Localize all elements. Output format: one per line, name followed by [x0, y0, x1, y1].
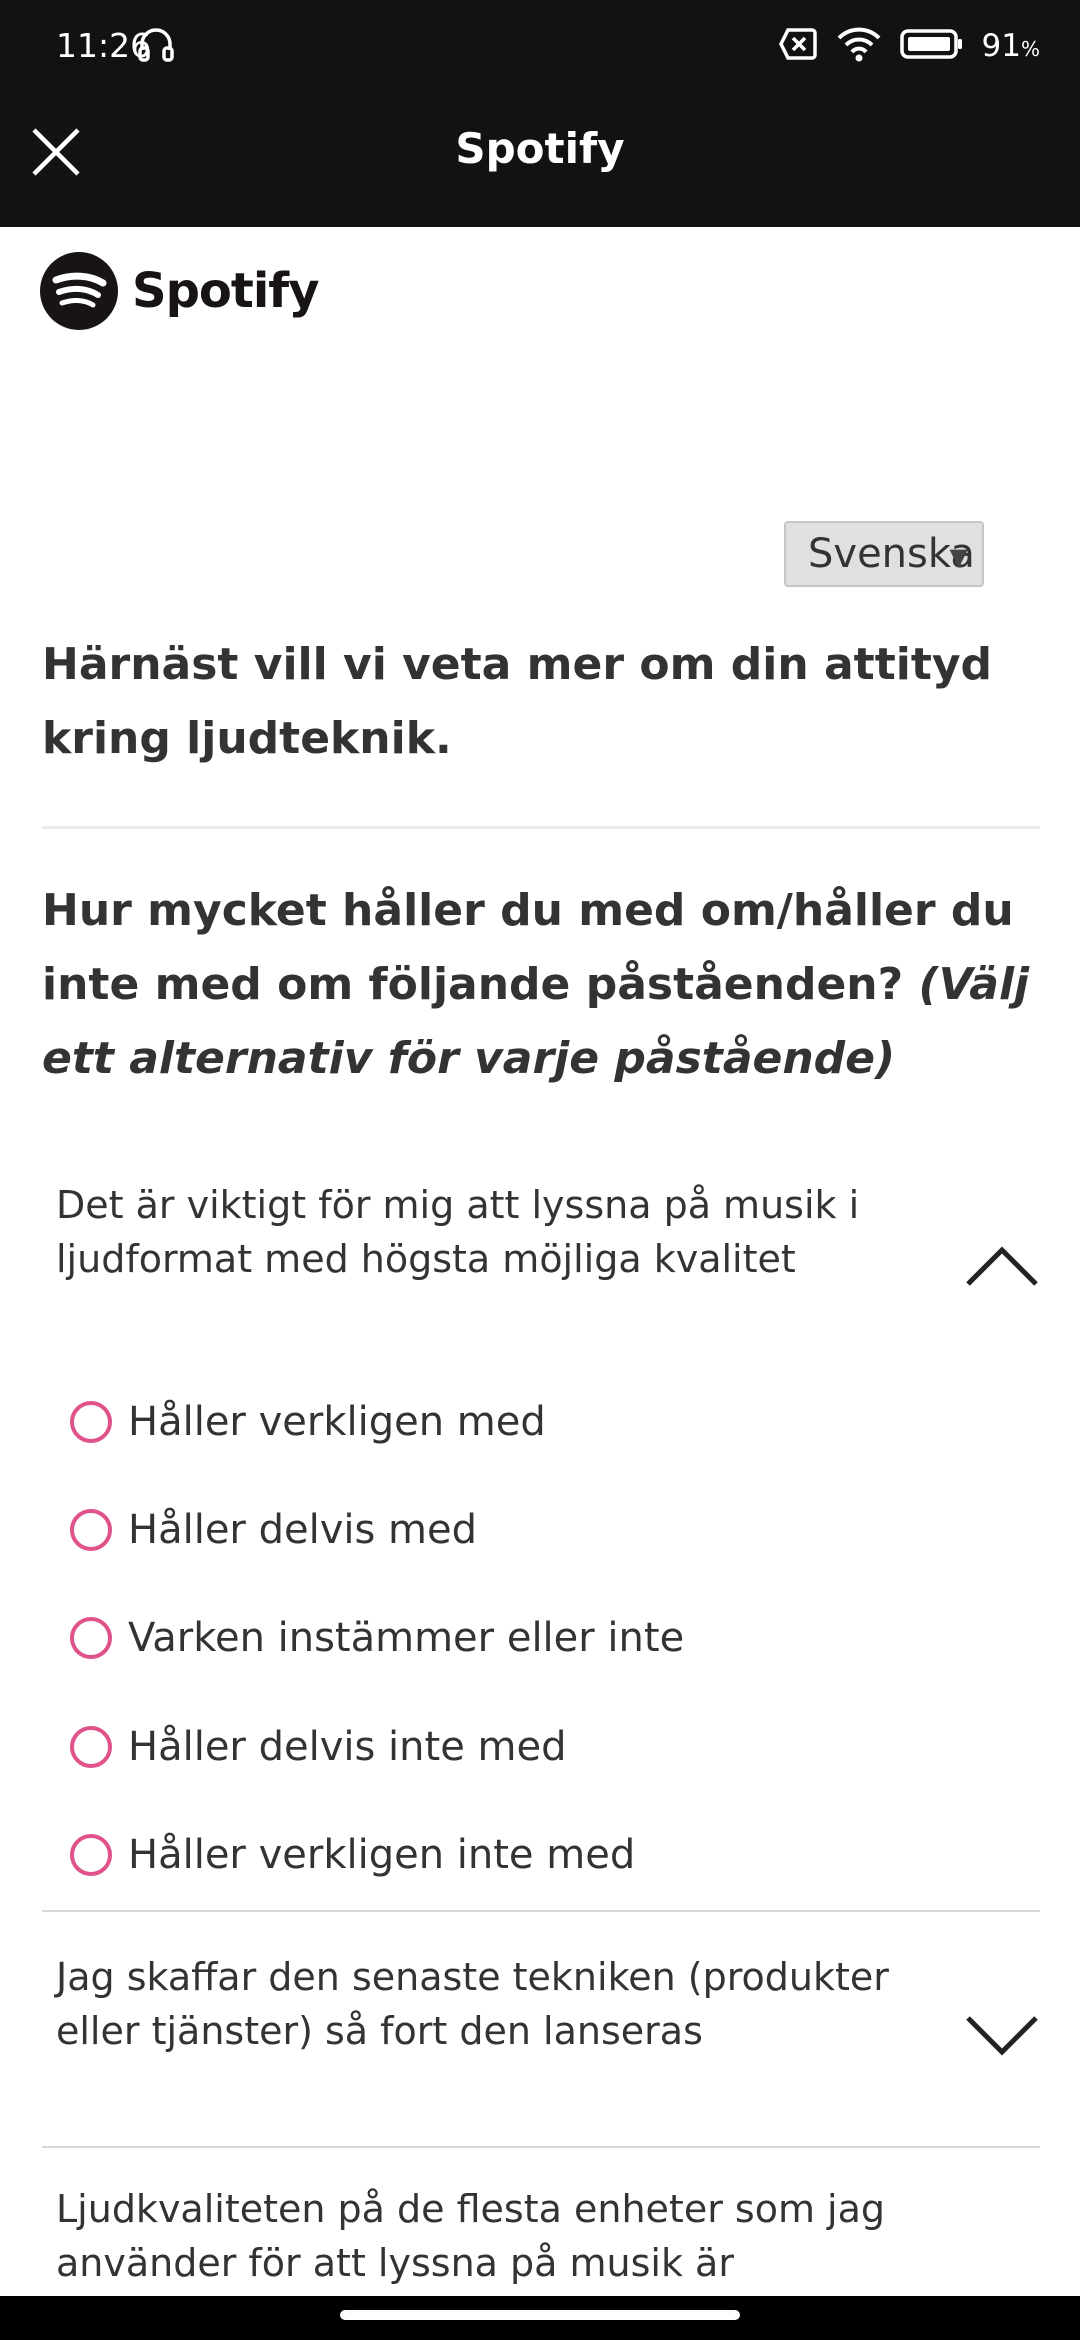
chevron-down-icon[interactable] — [964, 2014, 1040, 2058]
row-divider — [42, 2146, 1040, 2148]
dropdown-caret-icon: ▼ — [949, 543, 968, 571]
spotify-wordmark: Spotify — [132, 263, 319, 319]
language-select[interactable]: Svenska ▼ — [784, 521, 984, 587]
statement-2[interactable]: Jag skaffar den senaste tekniken (produk… — [56, 1950, 956, 2058]
option-1[interactable]: Håller verkligen med — [70, 1394, 546, 1450]
section-divider — [42, 826, 1040, 829]
spotify-logo-icon — [40, 252, 118, 330]
radio-button[interactable] — [70, 1401, 112, 1443]
option-label: Varken instämmer eller inte — [128, 1615, 685, 1661]
statement-3[interactable]: Ljudkvaliteten på de flesta enheter som … — [56, 2182, 956, 2290]
wifi-icon — [836, 26, 882, 66]
option-label: Håller verkligen inte med — [128, 1832, 636, 1878]
spotify-logo: Spotify — [40, 252, 319, 330]
question-text: Hur mycket håller du med om/håller du in… — [42, 885, 1014, 1010]
statement-1[interactable]: Det är viktigt för mig att lyssna på mus… — [56, 1178, 956, 1286]
option-5[interactable]: Håller verkligen inte med — [70, 1827, 635, 1883]
option-label: Håller delvis inte med — [128, 1724, 567, 1770]
app-title: Spotify — [455, 124, 625, 173]
radio-button[interactable] — [70, 1726, 112, 1768]
home-indicator[interactable] — [340, 2310, 740, 2320]
option-3[interactable]: Varken instämmer eller inte — [70, 1610, 684, 1666]
radio-button[interactable] — [70, 1617, 112, 1659]
radio-button[interactable] — [70, 1834, 112, 1876]
option-label: Håller delvis med — [128, 1507, 478, 1553]
app-bar: Spotify — [0, 92, 1080, 227]
row-divider — [42, 1910, 1040, 1912]
battery-unit: % — [1020, 37, 1040, 61]
battery-percent: 91 — [981, 28, 1021, 64]
survey-question: Hur mycket håller du med om/håller du in… — [42, 874, 1042, 1096]
status-bar: 11:26 91% — [0, 0, 1080, 92]
option-4[interactable]: Håller delvis inte med — [70, 1719, 566, 1775]
no-sim-icon — [778, 27, 818, 65]
gesture-nav-bar — [0, 2296, 1080, 2340]
option-label: Håller verkligen med — [128, 1399, 546, 1445]
headset-icon — [136, 24, 176, 68]
battery-icon — [899, 27, 964, 65]
chevron-up-icon[interactable] — [964, 1244, 1040, 1288]
option-2[interactable]: Håller delvis med — [70, 1502, 477, 1558]
survey-intro: Härnäst vill vi veta mer om din attityd … — [42, 639, 993, 764]
radio-button[interactable] — [70, 1509, 112, 1551]
